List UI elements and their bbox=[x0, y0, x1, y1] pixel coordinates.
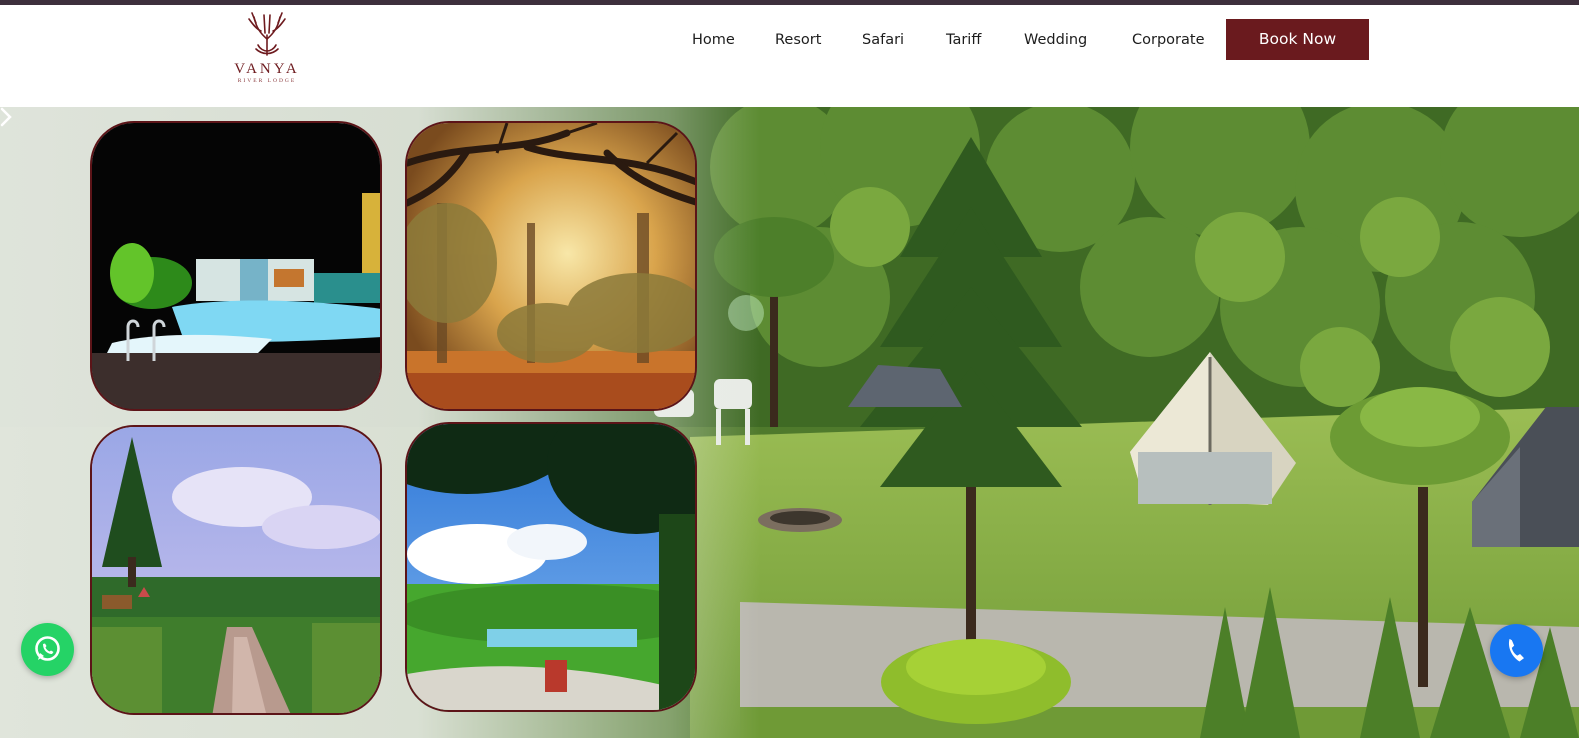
site-header: VANYA RIVER LODGE Home Resort Safari Tar… bbox=[0, 5, 1579, 107]
brand-name: VANYA bbox=[234, 61, 300, 77]
brand-logo[interactable]: VANYA RIVER LODGE bbox=[220, 9, 314, 87]
book-now-button[interactable]: Book Now bbox=[1226, 19, 1369, 60]
nav-home[interactable]: Home bbox=[692, 32, 735, 48]
nav-corporate[interactable]: Corporate bbox=[1132, 32, 1205, 48]
hero-slider bbox=[0, 107, 1579, 738]
call-button[interactable] bbox=[1490, 624, 1543, 677]
nav-wedding[interactable]: Wedding bbox=[1024, 32, 1087, 48]
resort-lawn-photo bbox=[405, 422, 697, 712]
nav-tariff[interactable]: Tariff bbox=[946, 32, 981, 48]
garden-pathway-photo bbox=[90, 425, 382, 715]
chevron-right-icon[interactable] bbox=[0, 107, 12, 127]
tree-logo-icon bbox=[248, 12, 286, 56]
phone-icon bbox=[1509, 638, 1525, 662]
whatsapp-button[interactable] bbox=[21, 623, 74, 676]
brand-tagline: RIVER LODGE bbox=[237, 78, 297, 84]
pool-night-photo bbox=[90, 121, 382, 411]
nav-resort[interactable]: Resort bbox=[775, 32, 821, 48]
forest-sunrise-photo bbox=[405, 121, 697, 411]
whatsapp-icon bbox=[35, 636, 60, 661]
nav-safari[interactable]: Safari bbox=[862, 32, 904, 48]
